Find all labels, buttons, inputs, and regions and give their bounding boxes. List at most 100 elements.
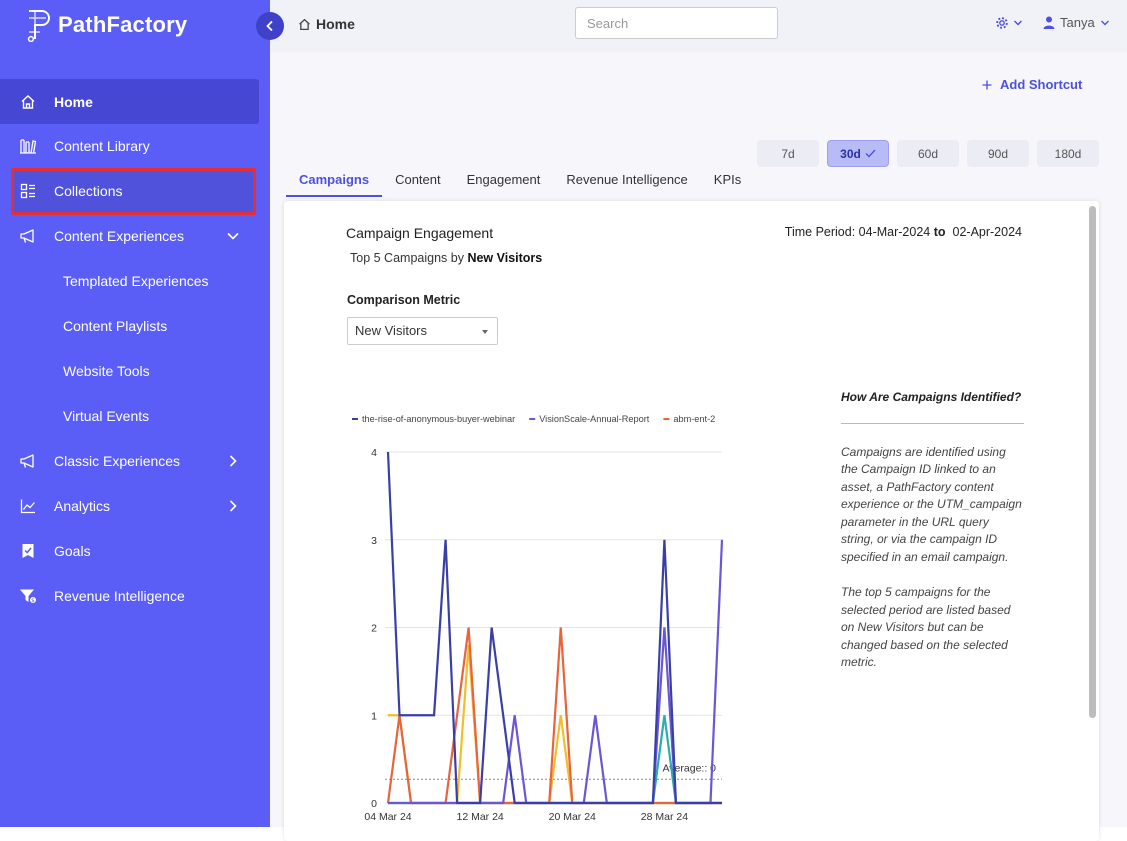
sidebar-item-classic-experiences[interactable]: Classic Experiences: [0, 438, 270, 483]
pathfactory-logo-icon: [27, 10, 50, 42]
period-label: 90d: [987, 146, 1009, 161]
svg-text:$: $: [31, 598, 35, 604]
y-tick-label: 0: [371, 798, 377, 810]
period-7d-button[interactable]: 7d: [757, 140, 819, 167]
period-label: 180d: [1054, 146, 1082, 161]
period-start: 04-Mar-2024: [858, 225, 931, 239]
sidebar-item-goals[interactable]: Goals: [0, 528, 270, 573]
plus-icon: [982, 80, 992, 89]
sidebar-item-label: Content Playlists: [63, 317, 168, 334]
info-panel: How Are Campaigns Identified? Campaigns …: [841, 389, 1024, 690]
campaign-line-chart: 0 1 2 3 4 04 Mar 24 12 Mar 24 20 Mar 24 28 Mar 2…: [352, 414, 724, 821]
megaphone-icon: [19, 452, 37, 470]
collections-icon: [19, 182, 37, 200]
sidebar-item-label: Templated Experiences: [63, 272, 209, 289]
user-icon: [1043, 16, 1055, 29]
period-30d-button[interactable]: 30d: [827, 140, 889, 167]
period-label: 60d: [917, 146, 939, 161]
search-input[interactable]: [575, 7, 778, 39]
period-180d-button[interactable]: 180d: [1037, 140, 1099, 167]
comparison-metric-label: Comparison Metric: [347, 293, 461, 307]
chevron-down-icon: [1014, 20, 1022, 26]
tab-engagement[interactable]: Engagement: [454, 170, 554, 197]
gear-icon: [996, 17, 1008, 29]
sidebar-item-label: Content Library: [54, 137, 150, 154]
period-90d-button[interactable]: 90d: [967, 140, 1029, 167]
y-tick-label: 4: [371, 447, 377, 459]
collapse-sidebar-button[interactable]: [256, 12, 284, 40]
sidebar-item-content-experiences[interactable]: Content Experiences: [0, 213, 270, 258]
comparison-metric-select[interactable]: New Visitors: [347, 317, 498, 345]
check-icon: [865, 149, 876, 158]
campaign-engagement-card: Campaign Engagement Top 5 Campaigns by N…: [284, 201, 1099, 841]
period-label: Time Period:: [784, 225, 856, 239]
y-tick-label: 3: [371, 535, 377, 547]
sidebar-item-label: Website Tools: [63, 362, 150, 379]
sidebar-item-home[interactable]: Home: [0, 79, 259, 124]
home-icon: [19, 93, 37, 111]
time-period: Time Period: 04-Mar-2024 to 02-Apr-2024: [784, 224, 1022, 241]
sidebar-item-templated-experiences[interactable]: Templated Experiences: [0, 258, 270, 303]
card-title: Campaign Engagement: [346, 225, 494, 241]
sidebar-item-revenue-intelligence[interactable]: $ Revenue Intelligence: [0, 573, 270, 618]
subtitle-prefix: Top 5 Campaigns by: [350, 251, 464, 265]
tab-bar: Campaigns Content Engagement Revenue Int…: [286, 170, 754, 197]
tab-revenue-intelligence[interactable]: Revenue Intelligence: [553, 170, 700, 197]
tab-kpis[interactable]: KPIs: [701, 170, 754, 197]
sidebar-item-label: Collections: [54, 182, 123, 199]
chevron-down-icon[interactable]: [226, 229, 240, 243]
top-bar: Home Tanya: [270, 0, 1127, 52]
settings-menu[interactable]: [995, 16, 1023, 30]
subtitle-metric: New Visitors: [467, 251, 543, 265]
add-shortcut-button[interactable]: Add Shortcut: [982, 77, 1082, 92]
chevron-left-icon: [266, 20, 273, 32]
period-label: 30d: [840, 146, 861, 161]
select-value: New Visitors: [355, 323, 428, 338]
x-tick-label: 12 Mar 24: [456, 811, 503, 821]
period-label: 7d: [781, 146, 795, 161]
chevron-down-icon: [1100, 20, 1109, 25]
sidebar-item-virtual-events[interactable]: Virtual Events: [0, 393, 270, 438]
info-paragraph: Campaigns are identified using the Campa…: [841, 444, 1022, 564]
home-icon: [299, 18, 310, 30]
chevron-right-icon[interactable]: [226, 499, 240, 513]
sidebar-item-content-playlists[interactable]: Content Playlists: [0, 303, 270, 348]
caret-down-icon: [482, 330, 488, 334]
x-tick-label: 04 Mar 24: [364, 811, 411, 821]
period-end: 02-Apr-2024: [952, 225, 1023, 239]
sidebar-item-collections[interactable]: Collections: [0, 168, 270, 213]
y-tick-label: 1: [371, 710, 377, 722]
tab-campaigns[interactable]: Campaigns: [286, 170, 383, 197]
sidebar: PathFactory Home Content Library Collect…: [0, 0, 270, 827]
period-to: to: [933, 225, 946, 239]
legend-label: the-rise-of-anonymous-buyer-webinar: [362, 414, 515, 424]
chevron-right-icon[interactable]: [226, 454, 240, 468]
sidebar-item-label: Revenue Intelligence: [54, 587, 185, 604]
library-icon: [19, 137, 37, 155]
sidebar-item-content-library[interactable]: Content Library: [0, 123, 270, 168]
sidebar-item-website-tools[interactable]: Website Tools: [0, 348, 270, 393]
legend-label: abm-ent-2: [673, 414, 715, 424]
period-selector: 7d 30d 60d 90d 180d: [757, 140, 1099, 167]
sidebar-item-analytics[interactable]: Analytics: [0, 483, 270, 528]
breadcrumb[interactable]: Home: [298, 16, 355, 32]
period-60d-button[interactable]: 60d: [897, 140, 959, 167]
legend-label: VisionScale-Annual-Report: [539, 414, 650, 424]
add-shortcut-label: Add Shortcut: [1000, 77, 1083, 92]
analytics-icon: [19, 497, 37, 515]
sidebar-item-label: Content Experiences: [54, 227, 184, 244]
x-tick-label: 20 Mar 24: [549, 811, 596, 821]
tab-content[interactable]: Content: [382, 170, 454, 197]
breadcrumb-label: Home: [316, 16, 355, 32]
main-content: Add Shortcut 7d 30d 60d 90d 180d Campaig…: [270, 52, 1127, 841]
brand-logo[interactable]: PathFactory: [26, 8, 187, 42]
scrollbar-thumb[interactable]: [1089, 206, 1096, 718]
info-paragraph: The top 5 campaigns for the selected per…: [841, 585, 1011, 669]
user-menu[interactable]: Tanya: [1043, 15, 1110, 30]
info-heading: How Are Campaigns Identified?: [841, 389, 1024, 424]
card-subtitle: Top 5 Campaigns by New Visitors: [350, 251, 542, 265]
x-tick-label: 28 Mar 24: [641, 811, 688, 821]
sidebar-item-label: Analytics: [54, 497, 111, 514]
brand-name: PathFactory: [58, 12, 188, 37]
megaphone-icon: [19, 227, 37, 245]
